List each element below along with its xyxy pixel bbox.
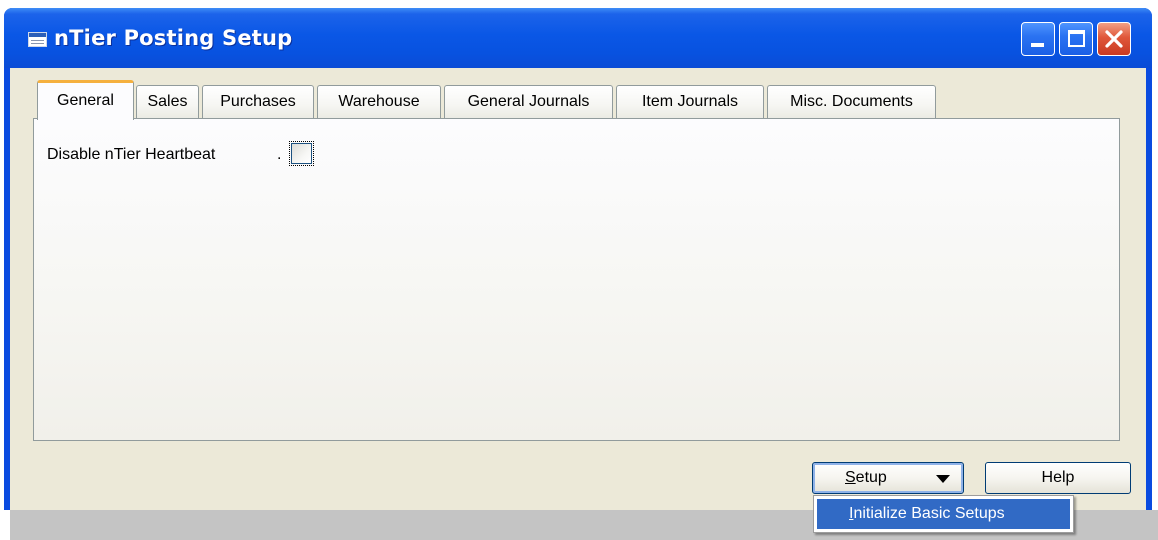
- screen: nTier Posting Setup General Sales Purcha…: [0, 0, 1158, 540]
- tab-misc-documents[interactable]: Misc. Documents: [767, 85, 936, 118]
- field-leader-dots: .: [277, 146, 282, 163]
- table-icon: [28, 32, 47, 47]
- title-bar[interactable]: nTier Posting Setup: [4, 8, 1152, 68]
- tab-panel-general: Disable nTier Heartbeat .: [33, 118, 1120, 441]
- window-client-area: General Sales Purchases Warehouse Genera…: [10, 68, 1146, 510]
- setup-menu-button[interactable]: Setup: [812, 462, 964, 494]
- help-button[interactable]: Help: [985, 462, 1131, 494]
- minimize-icon: [1031, 43, 1044, 47]
- setup-button-label: Setup: [845, 469, 887, 486]
- dropdown-arrow-icon: [936, 475, 950, 483]
- tab-purchases[interactable]: Purchases: [202, 85, 314, 118]
- tab-general[interactable]: General: [37, 80, 134, 120]
- minimize-button[interactable]: [1021, 22, 1055, 56]
- maximize-button[interactable]: [1059, 22, 1093, 56]
- window-title: nTier Posting Setup: [54, 26, 293, 50]
- maximize-icon: [1068, 30, 1085, 47]
- disable-heartbeat-checkbox[interactable]: [289, 141, 314, 166]
- tab-warehouse[interactable]: Warehouse: [317, 85, 441, 118]
- tab-general-journals[interactable]: General Journals: [444, 85, 613, 118]
- tab-item-journals[interactable]: Item Journals: [616, 85, 764, 118]
- close-button[interactable]: [1097, 22, 1131, 56]
- close-icon: [1105, 30, 1123, 48]
- disable-heartbeat-label: Disable nTier Heartbeat: [47, 146, 216, 163]
- posting-setup-window: nTier Posting Setup General Sales Purcha…: [4, 8, 1152, 510]
- setup-dropdown-menu: Initialize Basic Setups: [813, 495, 1074, 533]
- menu-item-initialize-basic-setups[interactable]: Initialize Basic Setups: [817, 499, 1070, 529]
- tab-sales[interactable]: Sales: [136, 85, 199, 118]
